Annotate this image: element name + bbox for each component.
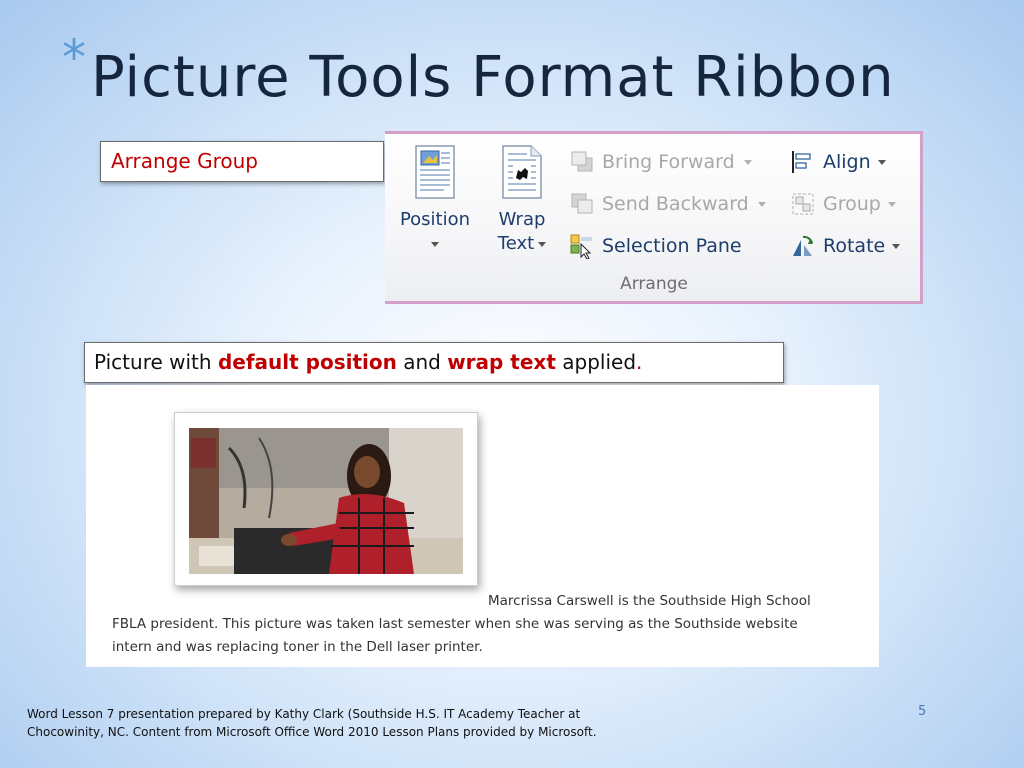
chevron-down-icon <box>877 159 886 165</box>
slide-title: *Picture Tools Format Ribbon <box>62 30 895 110</box>
caption-highlight-position: default position <box>217 350 397 374</box>
caption-period: . <box>636 350 643 374</box>
caption-highlight-wrap: wrap text <box>447 350 556 374</box>
ribbon-group-label: Arrange <box>620 274 688 294</box>
rotate-icon <box>790 233 816 259</box>
student-photo <box>189 428 463 574</box>
document-text-line3: intern and was replacing toner in the De… <box>112 639 483 655</box>
caption-suffix: applied <box>555 350 637 374</box>
title-bullet: * <box>62 30 87 86</box>
selection-pane-icon <box>569 233 595 260</box>
send-backward-label: Send Backward <box>602 193 749 215</box>
selection-pane-label: Selection Pane <box>602 235 742 257</box>
slide-number: 5 <box>918 704 927 719</box>
slide-title-text: Picture Tools Format Ribbon <box>91 45 895 110</box>
wrap-text-icon <box>501 144 543 200</box>
wrap-text-button[interactable]: Wrap Text <box>479 144 565 256</box>
chevron-down-icon <box>743 159 752 165</box>
position-label: Position <box>399 209 471 230</box>
align-button[interactable]: Align <box>790 147 886 177</box>
rotate-label: Rotate <box>823 235 886 257</box>
bring-forward-icon <box>569 149 595 175</box>
group-icon <box>790 191 816 217</box>
chevron-down-icon <box>892 243 901 249</box>
position-button[interactable]: Position <box>395 144 475 256</box>
wrap-text-label-line2: Text <box>497 233 535 254</box>
send-backward-button[interactable]: Send Backward <box>569 189 766 219</box>
bring-forward-button[interactable]: Bring Forward <box>569 147 752 177</box>
wrap-text-label-line1: Wrap <box>498 209 546 230</box>
position-icon <box>414 144 456 200</box>
send-backward-icon <box>569 191 595 217</box>
rotate-button[interactable]: Rotate <box>790 231 901 261</box>
chevron-down-icon <box>757 201 766 207</box>
caption-prefix: Picture with <box>94 350 218 374</box>
bring-forward-label: Bring Forward <box>602 151 735 173</box>
align-label: Align <box>823 151 871 173</box>
group-button[interactable]: Group <box>790 189 896 219</box>
arrange-group-callout: Arrange Group <box>100 141 384 182</box>
footer-line2: Chocowinity, NC. Content from Microsoft … <box>27 725 597 739</box>
arrange-group-callout-text: Arrange Group <box>111 149 258 173</box>
document-text-line1: Marcrissa Carswell is the Southside High… <box>488 593 811 609</box>
align-icon <box>790 149 816 175</box>
picture-caption-callout: Picture with default position and wrap t… <box>84 342 784 383</box>
document-preview: Marcrissa Carswell is the Southside High… <box>86 385 879 667</box>
document-text-line2: FBLA president. This picture was taken l… <box>112 616 798 632</box>
chevron-down-icon <box>538 241 547 247</box>
arrange-ribbon-group: Position Wrap Text Bring Forward Send Ba… <box>385 131 923 304</box>
chevron-down-icon <box>431 241 439 247</box>
slide-footer: Word Lesson 7 presentation prepared by K… <box>27 705 647 741</box>
footer-line1: Word Lesson 7 presentation prepared by K… <box>27 707 581 721</box>
framed-photo <box>174 412 478 586</box>
group-label: Group <box>823 193 881 215</box>
caption-middle: and <box>396 350 448 374</box>
selection-pane-button[interactable]: Selection Pane <box>569 231 742 261</box>
chevron-down-icon <box>887 201 896 207</box>
